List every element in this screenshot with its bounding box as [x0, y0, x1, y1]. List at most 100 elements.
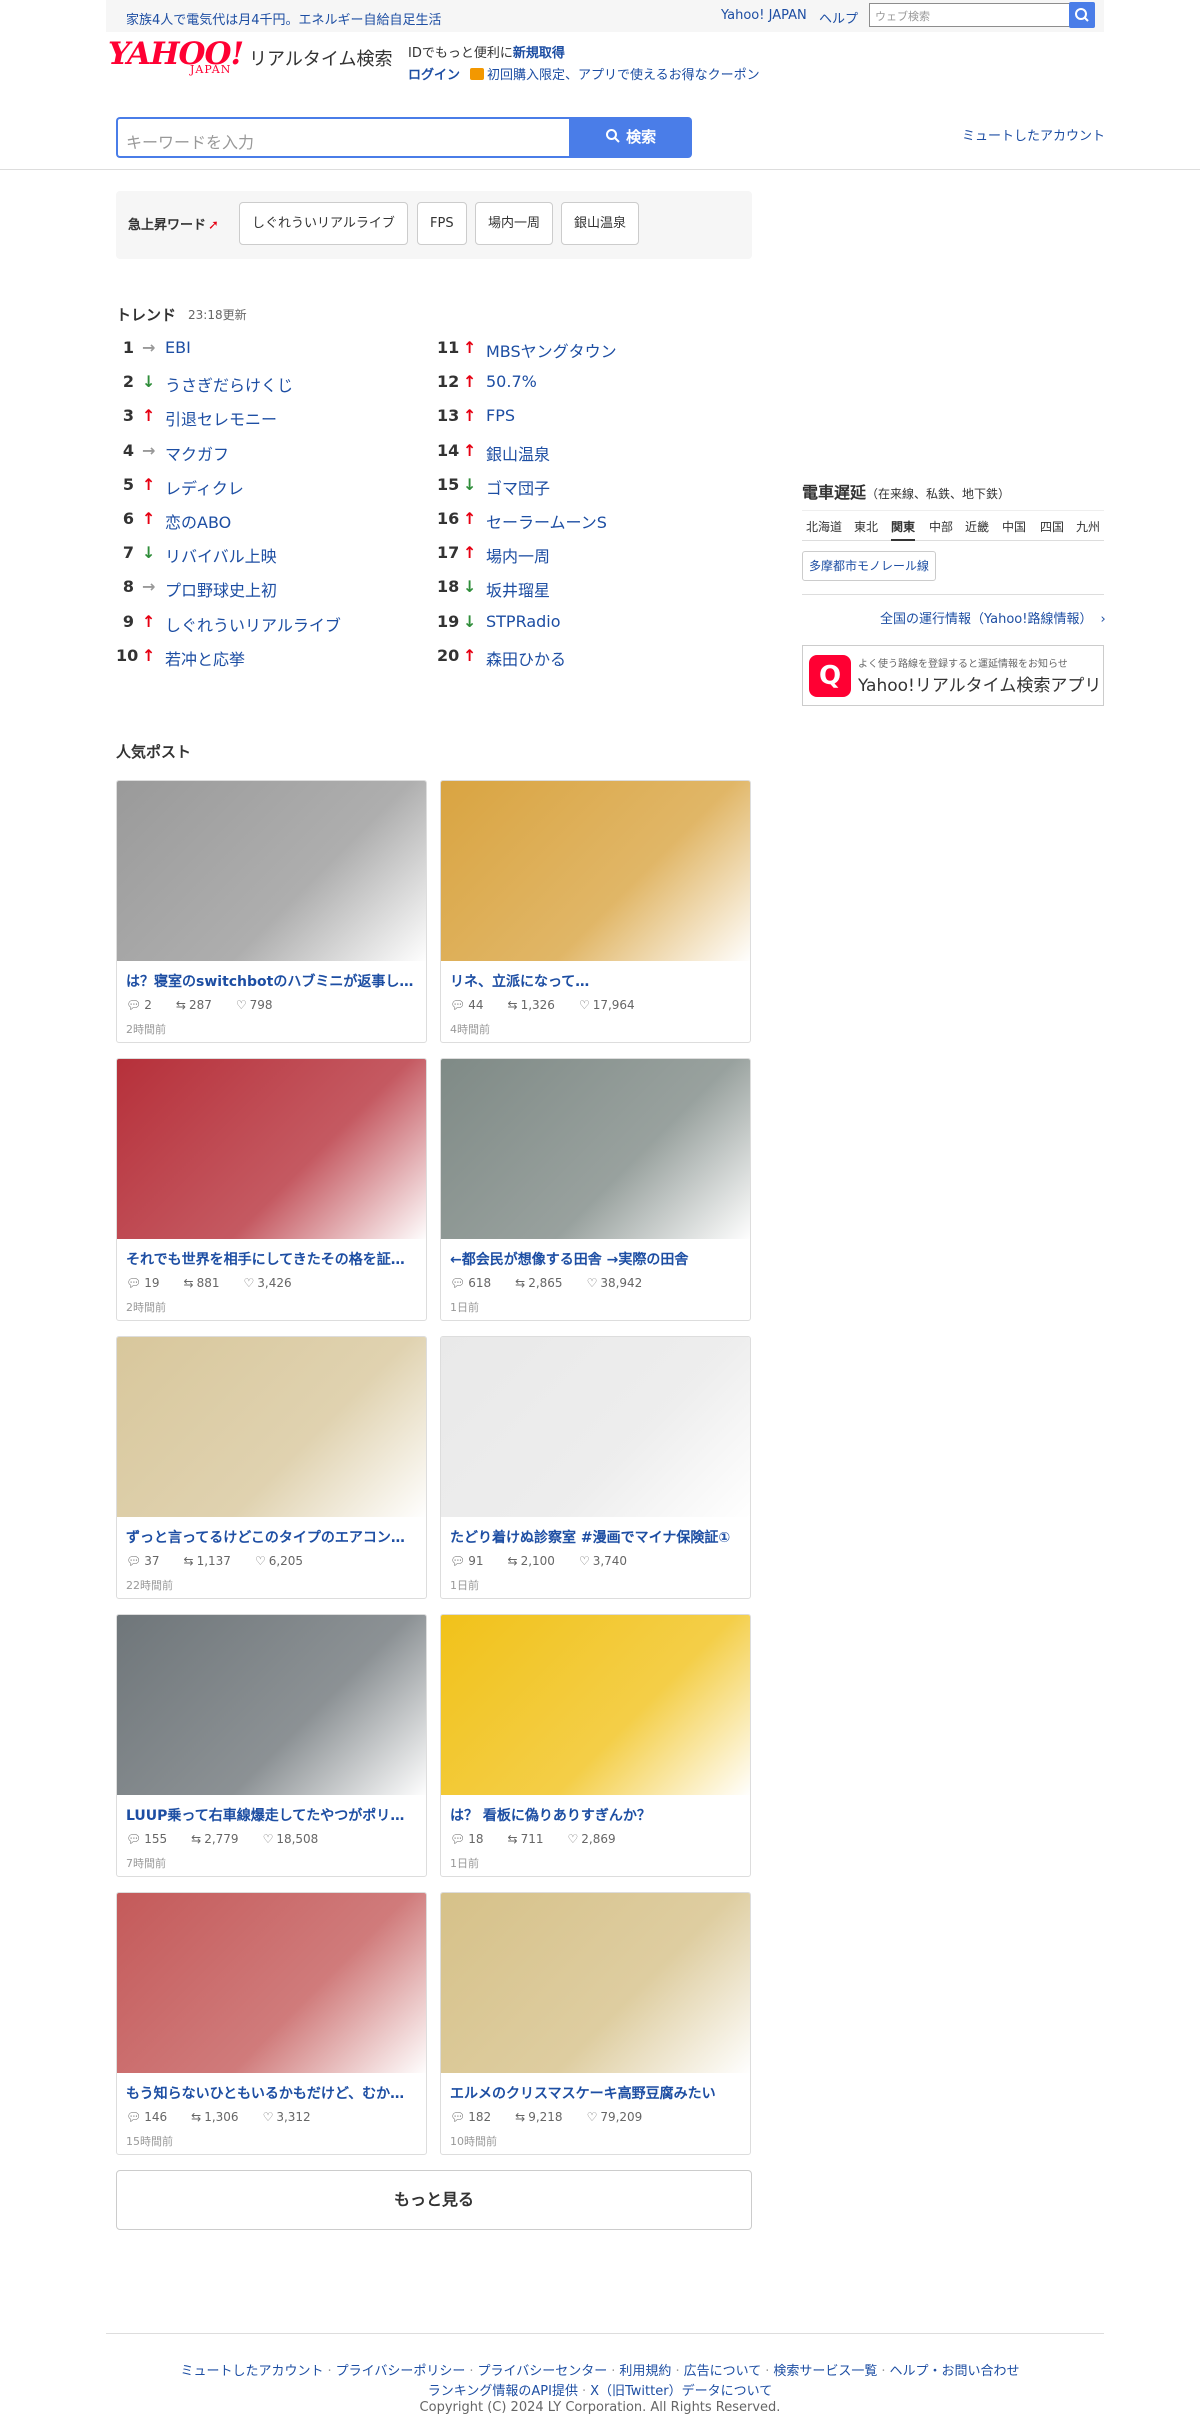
heart-icon: ♡ [567, 1832, 579, 1846]
signup-link[interactable]: 新規取得 [513, 46, 565, 61]
trend-item[interactable]: 6 ↑ 恋のABO [116, 509, 376, 533]
reply-count-value: 182 [468, 2110, 492, 2124]
app-banner[interactable]: Q よく使う路線を登録すると運延情報をお知らせ Yahoo!リアルタイム検索アプ… [802, 645, 1104, 706]
footer-separator: · [881, 2364, 886, 2379]
repost-count-value: 9,218 [528, 2110, 563, 2124]
trend-item[interactable]: 17 ↑ 場内一周 [437, 543, 697, 567]
train-region-tab[interactable]: 関東 [891, 518, 916, 541]
trend-item[interactable]: 15 ↓ ゴマ団子 [437, 475, 697, 499]
trend-item[interactable]: 1 → EBI [116, 338, 376, 362]
muted-accounts-link[interactable]: ミュートしたアカウント [962, 125, 1105, 144]
like-count-value: 2,869 [581, 1832, 616, 1846]
trend-item[interactable]: 20 ↑ 森田ひかる [437, 646, 697, 670]
post-card[interactable]: エルメのクリスマスケーキ高野豆腐みたい 💬︎ 182 ⇆ 9,218 ♡ 79,209 10時… [440, 1892, 751, 2155]
post-card[interactable]: たどり着けぬ診察室 #漫画でマイナ保険証① 💬︎ 91 ⇆ 2,100 ♡ 3,740 1日前 [440, 1336, 751, 1599]
train-region-tab[interactable]: 九州 [1076, 518, 1100, 535]
train-region-tab[interactable]: 近畿 [965, 518, 989, 535]
train-region-tab[interactable]: 中国 [1002, 518, 1026, 535]
reply-count: 💬︎ 91 [450, 1554, 496, 1568]
trend-rank: 9 [122, 611, 134, 631]
trend-rank: 15 [437, 474, 460, 494]
yahoo-japan-link[interactable]: Yahoo! JAPAN [721, 8, 807, 23]
route-info-link[interactable]: 全国の運行情報（Yahoo!路線情報） › [880, 608, 1106, 627]
footer-links-row2: ランキング情報のAPI提供 · X（旧Twitter）データについて [0, 2380, 1200, 2399]
reply-count-value: 19 [144, 1276, 160, 1290]
footer-link[interactable]: プライバシーセンター [478, 2364, 608, 2379]
trend-item[interactable]: 3 ↑ 引退セレモニー [116, 406, 376, 430]
post-card[interactable]: は？ 看板に偽りありすぎんか？ 💬︎ 18 ⇆ 711 ♡ 2,869 1日前 [440, 1614, 751, 1877]
repost-count-value: 2,779 [204, 1832, 239, 1846]
trend-item[interactable]: 9 ↑ しぐれういリアルライブ [116, 612, 376, 636]
footer-link[interactable]: 利用規約 [619, 2364, 671, 2379]
trend-item[interactable]: 12 ↑ 50.7% [437, 372, 697, 396]
post-card[interactable]: ←都会民が想像する田舎 →実際の田舎 💬︎ 618 ⇆ 2,865 ♡ 38,942 1日前 [440, 1058, 751, 1321]
web-search-input[interactable]: ウェブ検索 [869, 3, 1075, 27]
train-region-tab[interactable]: 中部 [929, 518, 953, 535]
footer-link[interactable]: ヘルプ・お問い合わせ [890, 2364, 1020, 2379]
top-bar: 家族4人で電気代は月4千円。エネルギー自給自足生活 Yahoo! JAPAN ヘ… [106, 0, 1104, 32]
search-button[interactable]: 検索 [569, 117, 692, 158]
reply-icon: 💬︎ [126, 1554, 142, 1568]
yahoo-logo[interactable]: YAHOO! JAPAN [108, 36, 256, 80]
trend-up-arrow-icon: ↑ [142, 474, 156, 494]
post-card[interactable]: もう知らないひともいるかもだけど、むか… 💬︎ 146 ⇆ 1,306 ♡ 3,312 15時… [116, 1892, 427, 2155]
footer-link[interactable]: プライバシーポリシー [336, 2364, 466, 2379]
show-more-button[interactable]: もっと見る [116, 2170, 752, 2230]
trend-word: 引退セレモニー [165, 410, 278, 430]
trend-item[interactable]: 4 → マクガフ [116, 441, 376, 465]
trend-item[interactable]: 19 ↓ STPRadio [437, 612, 697, 636]
post-time: 10時間前 [450, 2135, 497, 2148]
delayed-line-chip[interactable]: 多摩都市モノレール線 [802, 551, 937, 581]
trend-item[interactable]: 16 ↑ セーラームーンS [437, 509, 697, 533]
post-title: エルメのクリスマスケーキ高野豆腐みたい [450, 2086, 716, 2102]
footer-link[interactable]: 広告について [684, 2364, 762, 2379]
rising-word-chip[interactable]: 銀山温泉 [561, 202, 640, 245]
footer-link[interactable]: ミュートしたアカウント [180, 2364, 323, 2379]
trend-item[interactable]: 14 ↑ 銀山温泉 [437, 441, 697, 465]
keyword-search-input[interactable]: キーワードを入力 [116, 117, 570, 158]
trend-rank: 17 [437, 543, 460, 563]
train-region-tab[interactable]: 四国 [1040, 518, 1064, 535]
trend-item[interactable]: 13 ↑ FPS [437, 406, 697, 430]
rising-word-chip[interactable]: しぐれういリアルライブ [239, 202, 408, 245]
repost-icon: ⇆ [515, 1276, 526, 1290]
rising-word-chip[interactable]: 場内一周 [475, 202, 554, 245]
trend-rank: 5 [122, 474, 134, 494]
reply-icon: 💬︎ [450, 1554, 466, 1568]
post-image [117, 1893, 426, 2073]
train-region-tab[interactable]: 北海道 [806, 518, 842, 535]
promo-link[interactable]: 家族4人で電気代は月4千円。エネルギー自給自足生活 [126, 9, 442, 28]
repost-count-value: 2,100 [520, 1554, 555, 1568]
post-time: 22時間前 [126, 1579, 173, 1592]
post-card[interactable]: リネ、立派になって… 💬︎ 44 ⇆ 1,326 ♡ 17,964 4時間前 [440, 780, 751, 1043]
like-count-value: 3,312 [276, 2110, 311, 2124]
coupon-link[interactable]: 初回購入限定、アプリで使えるお得なクーポン [470, 64, 760, 83]
trend-item[interactable]: 8 → プロ野球史上初 [116, 577, 376, 601]
post-card[interactable]: ずっと言ってるけどこのタイプのエアコン… 💬︎ 37 ⇆ 1,137 ♡ 6,205 22時間… [116, 1336, 427, 1599]
heart-icon: ♡ [254, 1554, 266, 1568]
footer-link[interactable]: X（旧Twitter）データについて [590, 2384, 772, 2399]
trend-item[interactable]: 5 ↑ レディクレ [116, 475, 376, 499]
trend-item[interactable]: 2 ↓ うさぎだらけくじ [116, 372, 376, 396]
repost-count-value: 881 [196, 1276, 220, 1290]
post-card[interactable]: LUUP乗って右車線爆走してたやつがポリス… 💬︎ 155 ⇆ 2,779 ♡ 18,508… [116, 1614, 427, 1877]
footer-link[interactable]: 検索サービス一覧 [773, 2364, 877, 2379]
train-region-tab[interactable]: 東北 [854, 518, 878, 535]
trend-item[interactable]: 10 ↑ 若冲と応挙 [116, 646, 376, 670]
login-link[interactable]: ログイン [408, 64, 460, 83]
help-link[interactable]: ヘルプ [819, 8, 858, 27]
rising-word-chip[interactable]: FPS [417, 202, 467, 245]
heart-icon: ♡ [243, 1276, 255, 1290]
trend-rank: 1 [122, 338, 134, 357]
post-card[interactable]: は？寝室のswitchbotのハブミニが返事し… 💬︎ 2 ⇆ 287 ♡ 798 2時間前 [116, 780, 427, 1043]
trend-rank: 8 [122, 577, 134, 597]
trend-rank: 16 [437, 509, 460, 528]
trend-word: MBSヤングタウン [486, 342, 617, 361]
trend-item[interactable]: 18 ↓ 坂井瑠星 [437, 577, 697, 601]
trend-item[interactable]: 11 ↑ MBSヤングタウン [437, 338, 697, 362]
footer-link[interactable]: ランキング情報のAPI提供 [428, 2384, 578, 2399]
trend-item[interactable]: 7 ↓ リバイバル上映 [116, 543, 376, 567]
web-search-button[interactable] [1069, 2, 1095, 28]
post-card[interactable]: それでも世界を相手にしてきたその格を証… 💬︎ 19 ⇆ 881 ♡ 3,426 2時間前 [116, 1058, 427, 1321]
reply-count: 💬︎ 155 [126, 1832, 179, 1846]
